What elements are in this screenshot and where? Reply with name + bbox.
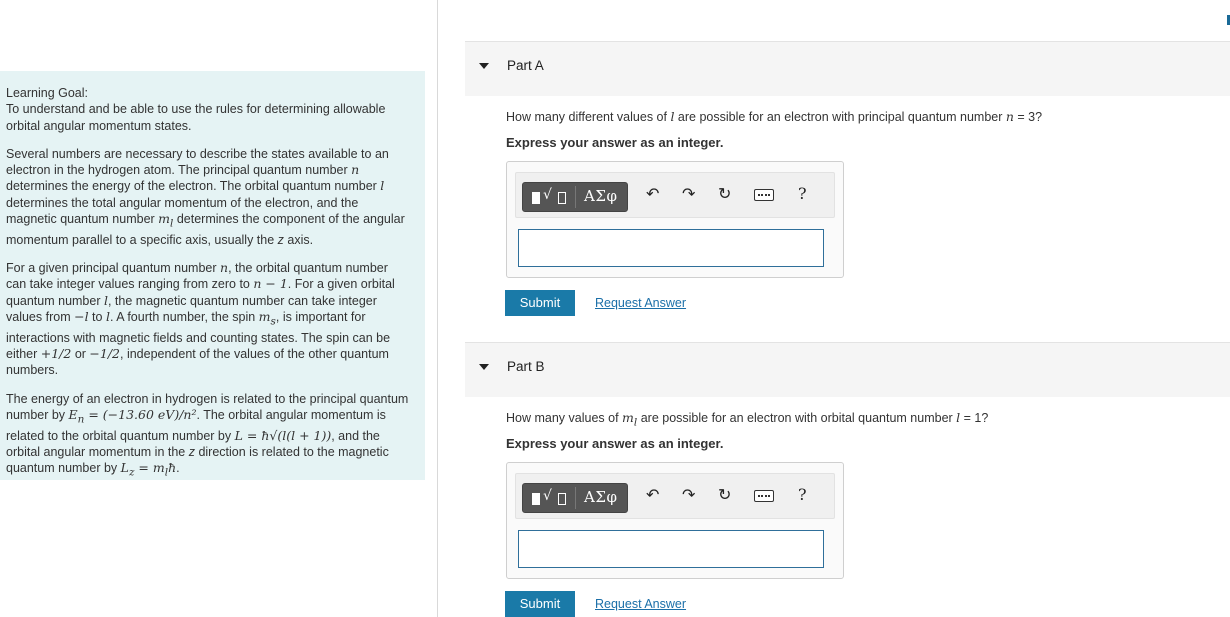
- part-a-header[interactable]: Part A: [465, 41, 1230, 96]
- column-divider: [437, 0, 438, 617]
- redo-icon[interactable]: ↷: [682, 187, 695, 203]
- reset-icon[interactable]: ↻: [718, 488, 731, 504]
- templates-button[interactable]: √ ΑΣφ: [522, 182, 628, 212]
- math-toolbar: √ ΑΣφ ↶ ↷ ↻ ?: [515, 473, 835, 519]
- collapse-caret-icon[interactable]: [479, 364, 489, 370]
- part-b-answer-input[interactable]: [518, 530, 824, 568]
- symbols-icon[interactable]: ΑΣφ: [584, 187, 617, 205]
- help-icon[interactable]: ?: [798, 186, 807, 202]
- quantum-rules-paragraph: For a given principal quantum number n, …: [6, 260, 395, 378]
- collapse-caret-icon[interactable]: [479, 63, 489, 69]
- redo-icon[interactable]: ↷: [682, 488, 695, 504]
- part-a-title: Part A: [507, 58, 544, 73]
- keyboard-icon[interactable]: [754, 189, 774, 201]
- undo-icon[interactable]: ↶: [646, 488, 659, 504]
- part-a-answer-input[interactable]: [518, 229, 824, 267]
- quantum-numbers-paragraph: Several numbers are necessary to describ…: [6, 146, 405, 247]
- learning-goal-text: To understand and be able to use the rul…: [6, 102, 386, 133]
- math-toolbar: √ ΑΣφ ↶ ↷ ↻ ?: [515, 172, 835, 218]
- templates-button[interactable]: √ ΑΣφ: [522, 483, 628, 513]
- help-icon[interactable]: ?: [798, 487, 807, 503]
- part-b-question: How many values of ml are possible for a…: [506, 410, 989, 429]
- energy-momentum-paragraph: The energy of an electron in hydrogen is…: [6, 391, 409, 479]
- part-a-question: How many different values of l are possi…: [506, 109, 1043, 124]
- learning-goal-panel: Learning Goal: To understand and be able…: [0, 71, 425, 480]
- part-b-submit-button[interactable]: Submit: [505, 591, 575, 617]
- part-a-answer-box: √ ΑΣφ ↶ ↷ ↻ ?: [506, 161, 844, 278]
- keyboard-icon[interactable]: [754, 490, 774, 502]
- part-a-request-answer-link[interactable]: Request Answer: [595, 296, 686, 310]
- templates-icon[interactable]: √: [527, 487, 576, 509]
- undo-icon[interactable]: ↶: [646, 187, 659, 203]
- part-b-answer-box: √ ΑΣφ ↶ ↷ ↻ ?: [506, 462, 844, 579]
- part-a-submit-button[interactable]: Submit: [505, 290, 575, 316]
- symbols-icon[interactable]: ΑΣφ: [584, 488, 617, 506]
- part-b-title: Part B: [507, 359, 545, 374]
- part-b-header[interactable]: Part B: [465, 342, 1230, 397]
- templates-icon[interactable]: √: [527, 186, 576, 208]
- part-b-instruction: Express your answer as an integer.: [506, 436, 724, 451]
- learning-goal-header: Learning Goal:: [6, 86, 89, 100]
- part-b-request-answer-link[interactable]: Request Answer: [595, 597, 686, 611]
- learning-goal-intro: Learning Goal: To understand and be able…: [6, 85, 411, 134]
- reset-icon[interactable]: ↻: [718, 187, 731, 203]
- part-a-instruction: Express your answer as an integer.: [506, 135, 724, 150]
